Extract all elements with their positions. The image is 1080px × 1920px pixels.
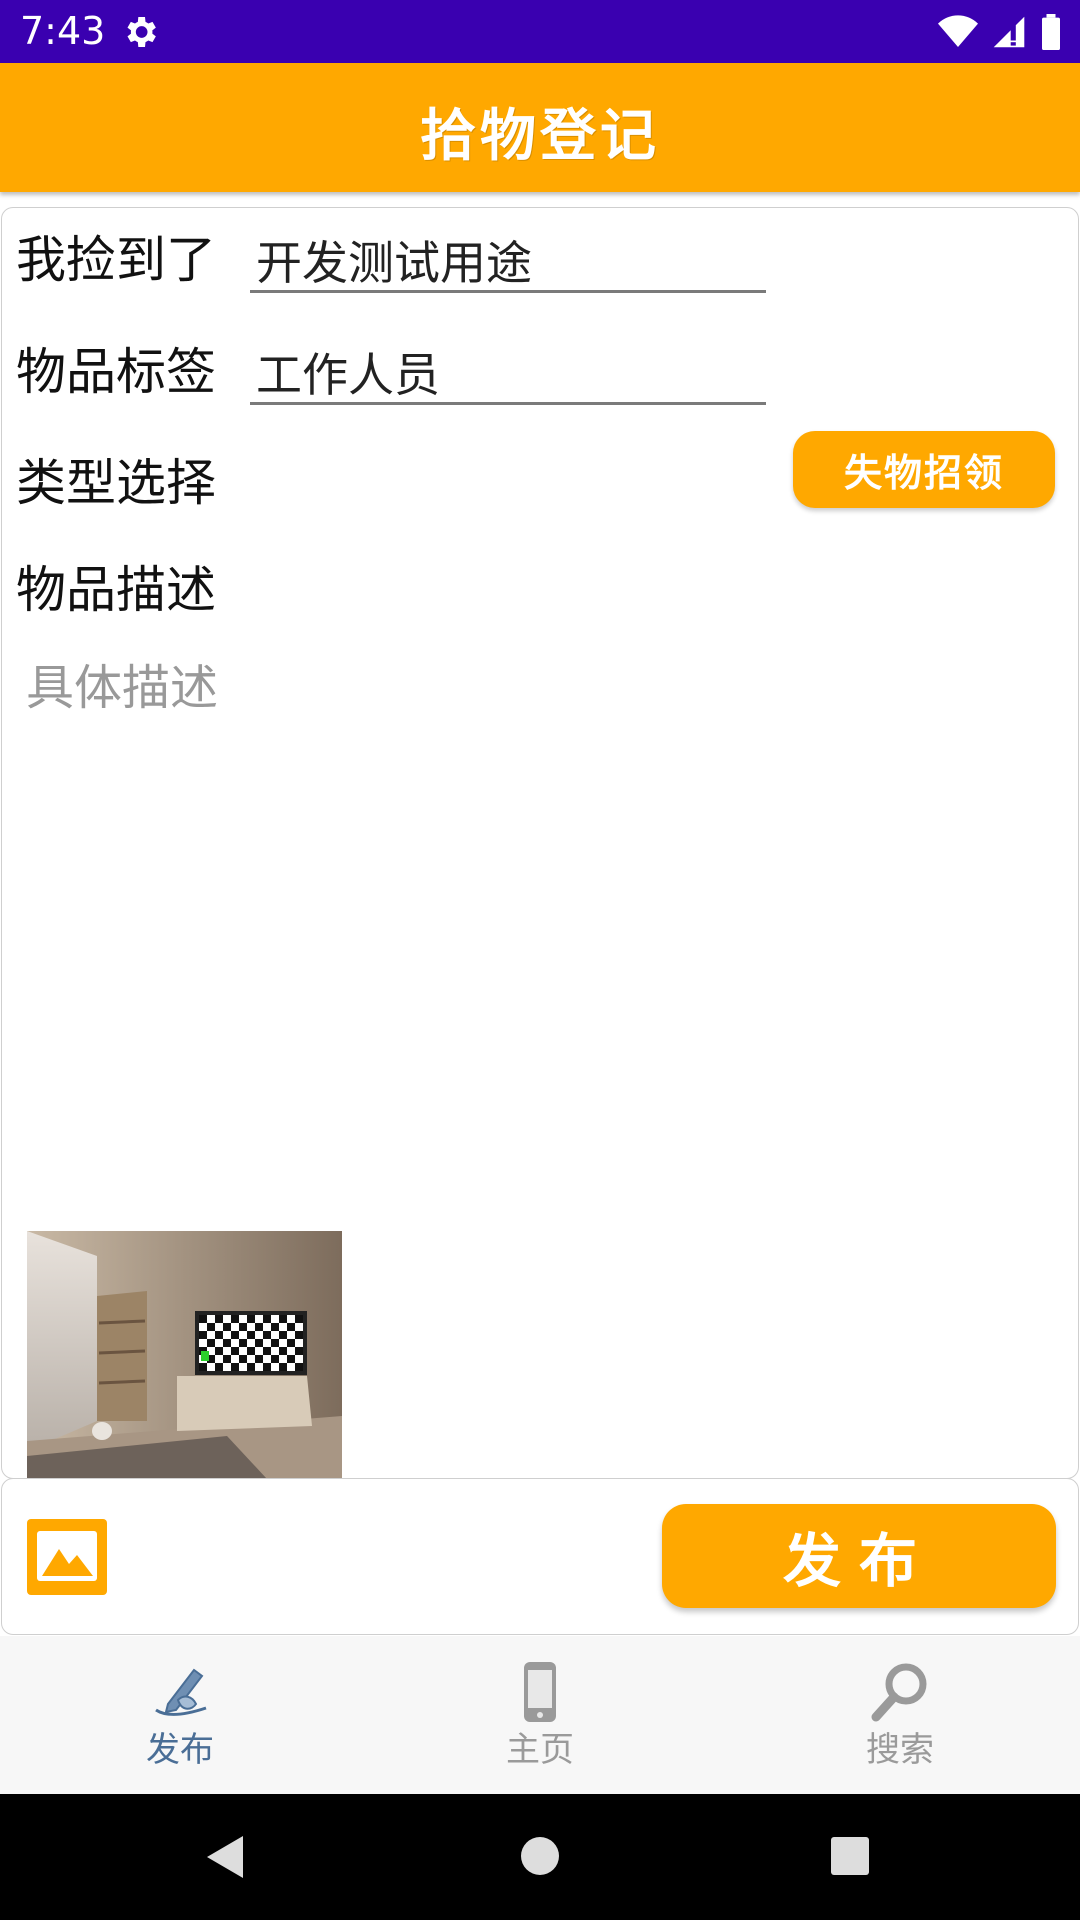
status-bar: 7:43 [0,0,1080,63]
tv-screen [195,1311,307,1375]
phone-icon [524,1662,556,1722]
system-navigation-bar [0,1794,1080,1920]
status-time: 7:43 [20,9,106,53]
found-item-label: 我捡到了 [16,231,216,289]
nav-label-search: 搜索 [866,1730,934,1770]
action-bar: 发布 [1,1478,1079,1635]
item-tag-input[interactable] [250,342,766,405]
magnifier-icon [871,1663,927,1722]
back-icon[interactable] [205,1834,245,1880]
add-image-button[interactable] [27,1519,107,1595]
item-tag-label: 物品标签 [16,343,216,401]
nav-label-home: 主页 [506,1730,574,1770]
found-item-input[interactable] [250,230,766,293]
app-bar: 拾物登记 [0,63,1080,192]
room-photo-image [27,1231,342,1478]
battery-icon [1042,14,1060,50]
home-circle-icon[interactable] [520,1836,560,1876]
description-input[interactable] [26,648,1056,1168]
image-gallery-icon [37,1531,97,1581]
recents-square-icon[interactable] [830,1836,870,1876]
lost-and-found-button[interactable]: 失物招领 [793,431,1055,508]
register-form: 我捡到了 物品标签 类型选择 失物招领 物品描述 [1,207,1079,1479]
item-photo-thumbnail[interactable] [27,1231,342,1478]
bottom-navigation: 发布 主页 搜索 [0,1636,1080,1794]
nav-item-publish[interactable]: 发布 [0,1636,360,1794]
wifi-icon [938,15,978,47]
pen-write-icon [155,1668,207,1716]
nav-item-search[interactable]: 搜索 [720,1636,1080,1794]
nav-item-home[interactable]: 主页 [360,1636,720,1794]
nav-label-publish: 发布 [146,1730,214,1770]
settings-gear-icon [127,17,156,47]
item-description-label: 物品描述 [16,561,216,619]
cell-signal-icon [993,16,1025,48]
publish-button[interactable]: 发布 [662,1504,1056,1608]
page-title: 拾物登记 [420,103,660,169]
type-select-label: 类型选择 [16,454,216,512]
